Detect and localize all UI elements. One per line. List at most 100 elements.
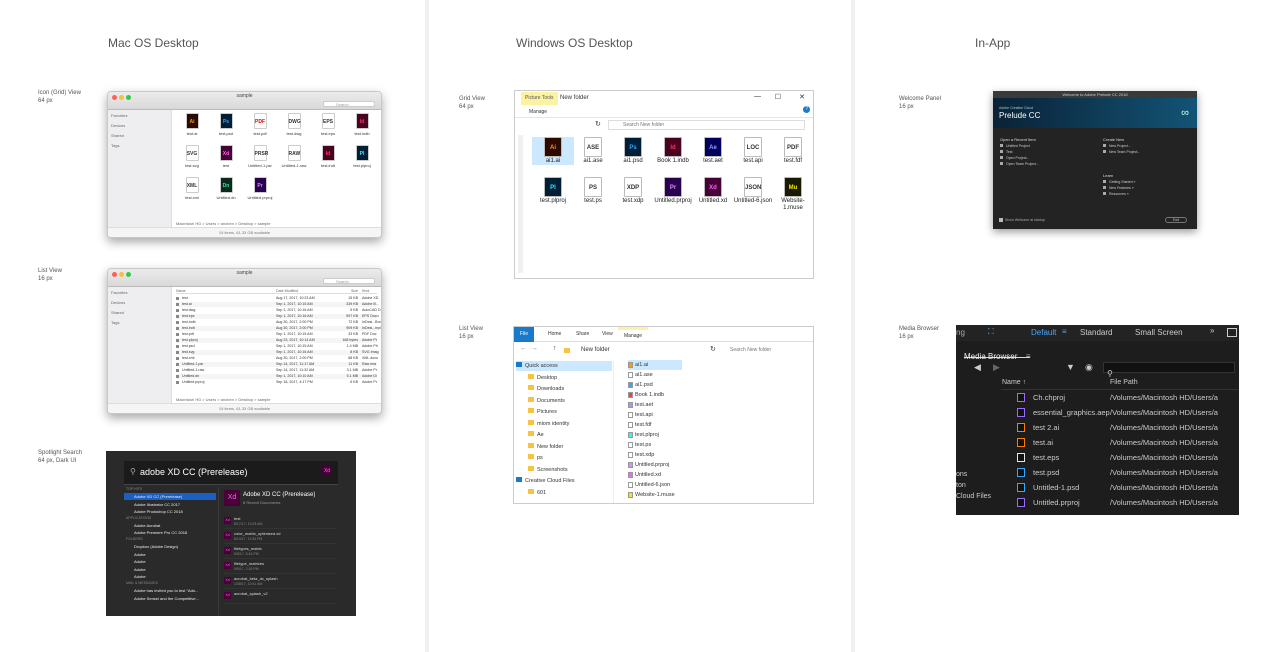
table-row[interactable]: test.xml Aug 30, 2017, 2:00 PM 68 KB XML do… bbox=[176, 356, 378, 361]
nav-item[interactable]: Ae bbox=[528, 430, 544, 440]
file-item[interactable]: PRSR Untitled-1.psr bbox=[244, 145, 276, 168]
search-input[interactable]: Search bbox=[323, 101, 375, 107]
file-item[interactable]: Ai test.ai bbox=[176, 113, 208, 136]
search-input[interactable]: Search New folder bbox=[608, 120, 805, 130]
forward-icon[interactable]: ▶ bbox=[993, 362, 1000, 373]
minimize-icon[interactable]: — bbox=[754, 93, 761, 100]
table-row[interactable]: Untitled-1.raw Sep 14, 2017, 11:32 AM 3.1 … bbox=[176, 368, 377, 373]
name-header[interactable]: Name ↑ bbox=[1002, 379, 1026, 386]
back-icon[interactable]: ← bbox=[520, 345, 527, 352]
file-item[interactable]: SVG test.svg bbox=[176, 145, 208, 168]
recent-document[interactable]: Xd acrobat_splash_v2 bbox=[224, 590, 336, 604]
list-item[interactable]: ai1.ase bbox=[628, 370, 682, 380]
file-item[interactable]: PDF test.pdf bbox=[244, 113, 276, 136]
recent-document[interactable]: Xd color_matrix_optimized.xd 8/10/17, 11:5… bbox=[224, 530, 336, 544]
table-row[interactable]: test.indb Aug 30, 2017, 2:00 PM 72 KB InDes… bbox=[176, 320, 381, 325]
column-header[interactable]: Date Modified bbox=[276, 289, 298, 293]
left-nav-item[interactable]: ons bbox=[956, 471, 967, 478]
workspace-small[interactable]: Small Screen bbox=[1135, 328, 1183, 337]
table-row[interactable]: test 2.ai/Volumes/Macintosh HD/Users/a bbox=[1001, 420, 1239, 435]
close-icon[interactable]: ✕ bbox=[799, 93, 805, 101]
sidebar-item[interactable]: Shared bbox=[111, 310, 168, 315]
table-row[interactable]: Untitled-1.psr Sep 14, 2017, 11:17 AM 11 K… bbox=[176, 362, 377, 367]
tab-home[interactable]: Home bbox=[542, 327, 567, 342]
file-item[interactable]: Id test.indt bbox=[312, 145, 344, 168]
exit-button[interactable]: Exit bbox=[1165, 217, 1187, 223]
result-item[interactable]: Adobe bbox=[124, 551, 216, 558]
sidebar-item[interactable]: Favorites bbox=[111, 113, 168, 118]
list-item[interactable]: Book 1.indb bbox=[628, 390, 682, 400]
welcome-link[interactable]: Resources » bbox=[1103, 192, 1135, 198]
startup-checkbox[interactable] bbox=[999, 218, 1003, 222]
more-icon[interactable]: » bbox=[1210, 326, 1214, 335]
file-item[interactable]: Dn Untitled.dn bbox=[210, 177, 242, 200]
list-item[interactable]: test.aet bbox=[628, 400, 682, 410]
refresh-icon[interactable]: ↻ bbox=[595, 120, 601, 128]
table-row[interactable]: test.dwg Sep 1, 2017, 10:16 AM 5 KB AutoCAD… bbox=[176, 308, 381, 313]
file-item[interactable]: Pl test.plproj bbox=[346, 145, 378, 168]
table-row[interactable]: test.pdf Sep 1, 2017, 10:15 AM 33 KB PDF Do… bbox=[176, 332, 377, 337]
workspace-standard[interactable]: Standard bbox=[1080, 328, 1112, 337]
nav-item[interactable]: ps bbox=[528, 453, 543, 463]
table-row[interactable]: test.eps Sep 1, 2017, 10:16 AM 597 KB EPS D… bbox=[176, 314, 379, 319]
address-text[interactable]: New folder bbox=[581, 347, 610, 353]
nav-item[interactable]: Pictures bbox=[528, 407, 557, 417]
list-item[interactable]: Website-1.muse bbox=[628, 490, 682, 500]
result-item[interactable]: Adobe Acrobat bbox=[124, 522, 216, 529]
recent-document[interactable]: Xd filetypes_matrix 5/5/17, 6:16 PM bbox=[224, 545, 336, 559]
up-icon[interactable]: ↑ bbox=[553, 345, 557, 352]
search-input[interactable]: Search bbox=[323, 278, 375, 284]
file-item[interactable]: Ps test.psd bbox=[210, 113, 242, 136]
table-row[interactable]: test.psd/Volumes/Macintosh HD/Users/a bbox=[1001, 465, 1239, 480]
result-item[interactable]: Adobe Illustrator CC 2017 bbox=[124, 501, 216, 508]
nav-item[interactable]: Documents bbox=[528, 396, 565, 406]
spotlight-search[interactable]: ⚲ adobe XD CC (Prerelease) Xd bbox=[124, 461, 338, 485]
recent-document[interactable]: Xd filetype_matrixes 5/5/17, 2:18 PM bbox=[224, 560, 336, 574]
nav-item[interactable]: New folder bbox=[528, 442, 563, 452]
result-item[interactable]: Adobe Sensei and the Competitive... bbox=[124, 595, 216, 602]
file-item[interactable]: Ae test.aet bbox=[692, 137, 734, 165]
left-nav-item[interactable]: Cloud Files bbox=[956, 493, 991, 500]
table-row[interactable]: essential_graphics.aep/Volumes/Macintosh… bbox=[1001, 405, 1239, 420]
file-item[interactable]: DWG test.dwg bbox=[278, 113, 310, 136]
column-header[interactable]: Name bbox=[176, 289, 186, 293]
table-row[interactable]: Untitled.prproj Sep 18, 2017, 4:17 PM 6 KB… bbox=[176, 380, 377, 385]
nav-item[interactable]: Quick access bbox=[516, 361, 612, 371]
file-item[interactable]: Xd test bbox=[210, 145, 242, 168]
sidebar-item[interactable]: Favorites bbox=[111, 290, 168, 295]
refresh-icon[interactable]: ↻ bbox=[710, 345, 716, 353]
file-item[interactable]: Xd Untitled.xd bbox=[692, 177, 734, 205]
file-item[interactable]: Ps ai1.psd bbox=[612, 137, 654, 165]
search-input[interactable]: Search New folder bbox=[726, 345, 810, 355]
result-item[interactable]: Adobe XD CC (Prerelease) bbox=[124, 493, 216, 500]
column-header[interactable]: Kind bbox=[362, 289, 369, 293]
menu-icon[interactable]: ≡ bbox=[1062, 327, 1067, 336]
tab-file[interactable]: File bbox=[514, 327, 535, 342]
forward-icon[interactable]: → bbox=[531, 345, 538, 352]
recent-document[interactable]: Xd test 8/17/17, 10:23 AM bbox=[224, 515, 336, 529]
file-item[interactable]: Pr Untitled.prproj bbox=[652, 177, 694, 205]
welcome-link[interactable]: Open Team Project... bbox=[1000, 162, 1039, 168]
file-item[interactable]: Pr Untitled.prproj bbox=[244, 177, 276, 200]
back-icon[interactable]: ◀ bbox=[974, 362, 981, 373]
list-item[interactable]: Untitled-6.json bbox=[628, 480, 682, 490]
workspace-default[interactable]: Default bbox=[1031, 328, 1056, 337]
scrollbar[interactable] bbox=[518, 135, 523, 273]
file-item[interactable]: Id Book 1.indb bbox=[652, 137, 694, 165]
sidebar-item[interactable]: Tags bbox=[111, 320, 168, 325]
result-item[interactable]: Dropbox (Adobe Design) bbox=[124, 543, 216, 550]
file-item[interactable]: Mu Website-1.muse bbox=[772, 177, 813, 212]
nav-item[interactable]: Desktop bbox=[528, 373, 557, 383]
file-item[interactable]: EPS test.eps bbox=[312, 113, 344, 136]
tab-view[interactable]: View bbox=[596, 327, 619, 342]
maximize-icon[interactable]: ☐ bbox=[775, 93, 781, 101]
nav-item[interactable]: Downloads bbox=[528, 384, 564, 394]
view-icon[interactable]: ◉ bbox=[1085, 362, 1093, 373]
file-item[interactable]: Id test.indb bbox=[346, 113, 378, 136]
table-row[interactable]: Untitled.dn Sep 1, 2017, 10:10 AM 5.1 MB Ad… bbox=[176, 374, 377, 379]
list-item[interactable]: Untitled.xd bbox=[628, 470, 682, 480]
column-header[interactable]: Size bbox=[336, 289, 358, 293]
file-item[interactable]: LOC test.api bbox=[732, 137, 774, 165]
panel-icon[interactable] bbox=[1227, 328, 1237, 337]
sidebar-item[interactable]: Devices bbox=[111, 123, 168, 128]
